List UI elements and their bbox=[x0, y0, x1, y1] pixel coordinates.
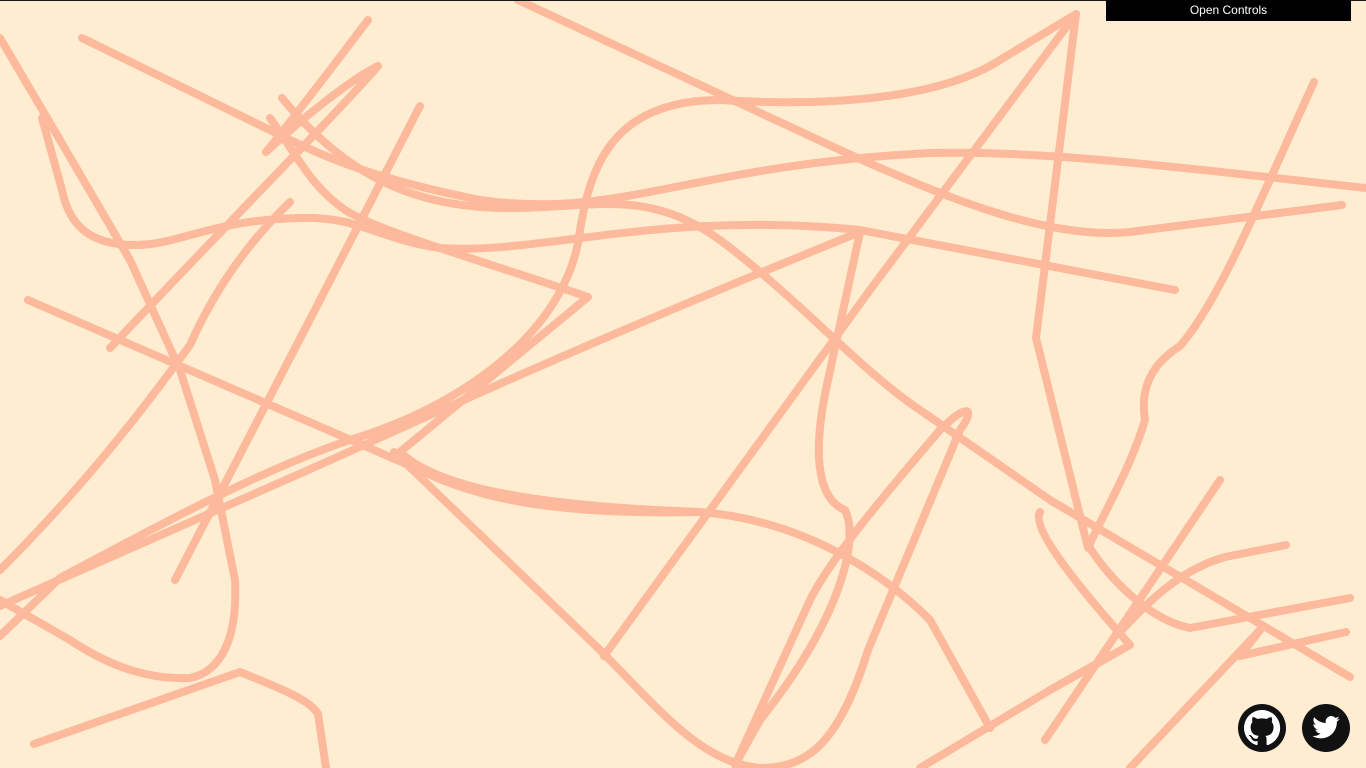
line-art-canvas[interactable] bbox=[0, 0, 1366, 768]
open-controls-button[interactable]: Open Controls bbox=[1106, 0, 1351, 21]
art-stroke bbox=[0, 198, 294, 574]
art-stroke bbox=[0, 34, 240, 683]
twitter-icon bbox=[1312, 716, 1340, 739]
art-stroke bbox=[600, 10, 1080, 660]
art-stroke bbox=[1032, 10, 1318, 552]
github-link[interactable] bbox=[1238, 704, 1286, 752]
art-stroke bbox=[30, 668, 330, 768]
art-stroke bbox=[916, 508, 1134, 768]
github-icon bbox=[1244, 710, 1281, 746]
drawing-stage[interactable]: Open Controls bbox=[0, 0, 1366, 768]
art-stroke bbox=[0, 228, 864, 768]
twitter-link[interactable] bbox=[1302, 704, 1350, 752]
art-stroke bbox=[266, 114, 994, 732]
art-stroke bbox=[390, 407, 973, 768]
